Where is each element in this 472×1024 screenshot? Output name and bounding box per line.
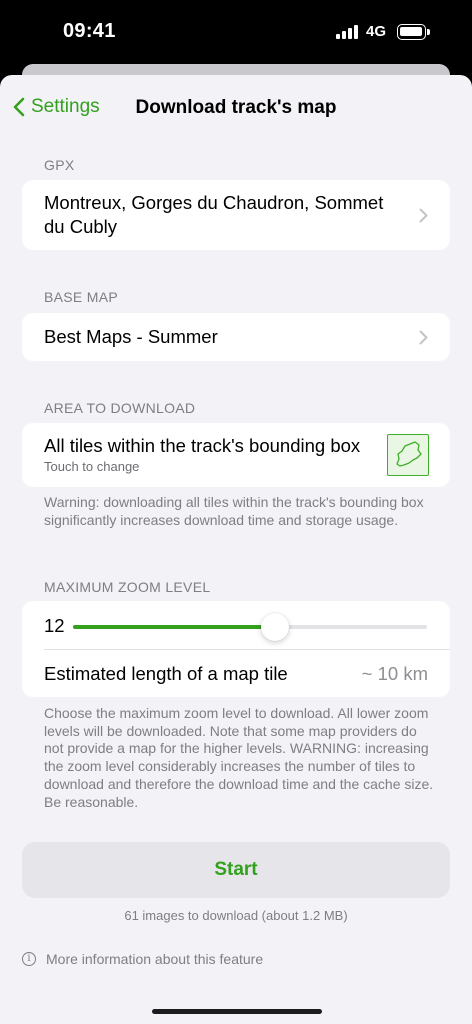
gpx-name-line2: du Cubly	[44, 216, 118, 237]
modal-sheet: Settings Download track's map GPX Montre…	[0, 75, 472, 1024]
base-map-value: Best Maps - Summer	[44, 326, 218, 347]
network-type: 4G	[366, 23, 387, 40]
zoom-slider-fill	[73, 625, 275, 629]
area-subtitle: Touch to change	[44, 459, 140, 474]
status-bar: 09:41 4G	[0, 0, 472, 66]
zoom-section-label: MAXIMUM ZOOM LEVEL	[44, 579, 211, 595]
signal-icon	[336, 25, 360, 39]
area-warning: Warning: downloading all tiles within th…	[44, 494, 424, 528]
bounding-box-map-icon	[387, 434, 429, 476]
gpx-name-line1: Montreux, Gorges du Chaudron, Sommet	[44, 192, 384, 213]
gpx-section-label: GPX	[44, 157, 75, 173]
base-map-section-label: BASE MAP	[44, 289, 118, 305]
zoom-level-value: 12	[44, 615, 65, 636]
status-time: 09:41	[63, 20, 116, 42]
area-title: All tiles within the track's bounding bo…	[44, 435, 361, 456]
more-info-label: More information about this feature	[46, 951, 264, 967]
gpx-row[interactable]: Montreux, Gorges du Chaudron, Sommet du …	[22, 180, 450, 250]
area-row[interactable]: All tiles within the track's bounding bo…	[22, 423, 450, 487]
zoom-slider-knob[interactable]	[260, 613, 289, 641]
tile-length-label: Estimated length of a map tile	[44, 663, 288, 684]
page-title: Download track's map	[135, 97, 337, 118]
more-info-link[interactable]: i More information about this feature	[22, 951, 263, 967]
zoom-slider[interactable]	[73, 613, 427, 641]
info-icon: i	[22, 952, 36, 966]
chevron-right-icon	[419, 208, 428, 223]
tile-length-value: ~ 10 km	[361, 663, 428, 684]
zoom-note: Choose the maximum zoom level to downloa…	[44, 705, 434, 810]
base-map-row[interactable]: Best Maps - Summer	[22, 313, 450, 361]
start-button[interactable]: Start	[22, 842, 450, 898]
zoom-card: 12 Estimated length of a map tile ~ 10 k…	[22, 601, 450, 697]
home-indicator	[152, 1009, 322, 1014]
chevron-right-icon	[419, 330, 428, 345]
area-section-label: AREA TO DOWNLOAD	[44, 400, 196, 416]
divider	[44, 649, 450, 650]
battery-icon	[397, 24, 430, 40]
download-count: 61 images to download (about 1.2 MB)	[124, 908, 348, 923]
